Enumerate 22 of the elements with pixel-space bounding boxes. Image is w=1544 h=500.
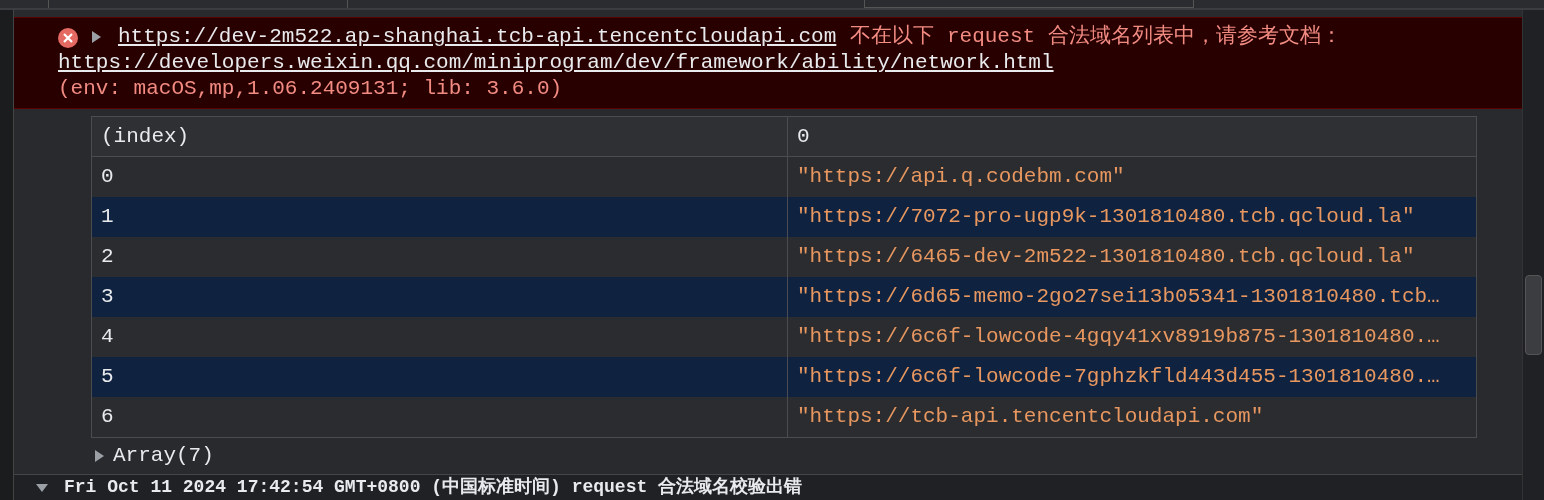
table-cell-text: "https://6c6f-lowcode-4gqy41xv8919b875-1301810480.…	[796, 324, 1441, 351]
environment-info: (env: macOS,mp,1.06.2409131; lib: 3.6.0)	[58, 76, 564, 102]
array-summary[interactable]: Array(7)	[113, 440, 214, 472]
table-cell-text: "https://7072-pro-ugp9k-1301810480.tcb.qcloud.la"	[796, 204, 1416, 231]
error-icon	[58, 28, 78, 48]
request-url-link[interactable]: https://dev-2m522.ap-shanghai.tcb-api.tencentcloudapi.com	[118, 24, 837, 50]
error-text: 不在以下 request 合法域名列表中，请参考文档：	[850, 24, 1342, 50]
column-header[interactable]: (index)	[92, 117, 788, 156]
table-cell-text: "https://6c6f-lowcode-7gphzkfld443d455-1301810480.…	[796, 364, 1441, 391]
table-cell: 5	[92, 357, 788, 397]
documentation-link[interactable]: https://developers.weixin.qq.com/miniprogram/dev/framework/ability/network.html	[58, 50, 1342, 76]
table-cell-text: "https://6465-dev-2m522-1301810480.tcb.qcloud.la"	[796, 244, 1416, 271]
table-cell-text: "https://tcb-api.tencentcloudapi.com"	[796, 404, 1265, 431]
table-cell-text: "https://api.q.codebm.com"	[796, 164, 1126, 191]
table-cell: 1	[92, 197, 788, 237]
table-cell-text: "https://6d65-memo-2go27sei13b05341-1301810480.tcb…	[796, 284, 1441, 311]
table-cell: 6	[92, 397, 788, 437]
column-header[interactable]: 0	[788, 117, 1476, 156]
table-cell: 3	[92, 277, 788, 317]
caret-icon[interactable]	[93, 449, 105, 463]
caret-icon[interactable]	[90, 30, 102, 44]
scrollbar-thumb[interactable]	[1525, 275, 1542, 355]
